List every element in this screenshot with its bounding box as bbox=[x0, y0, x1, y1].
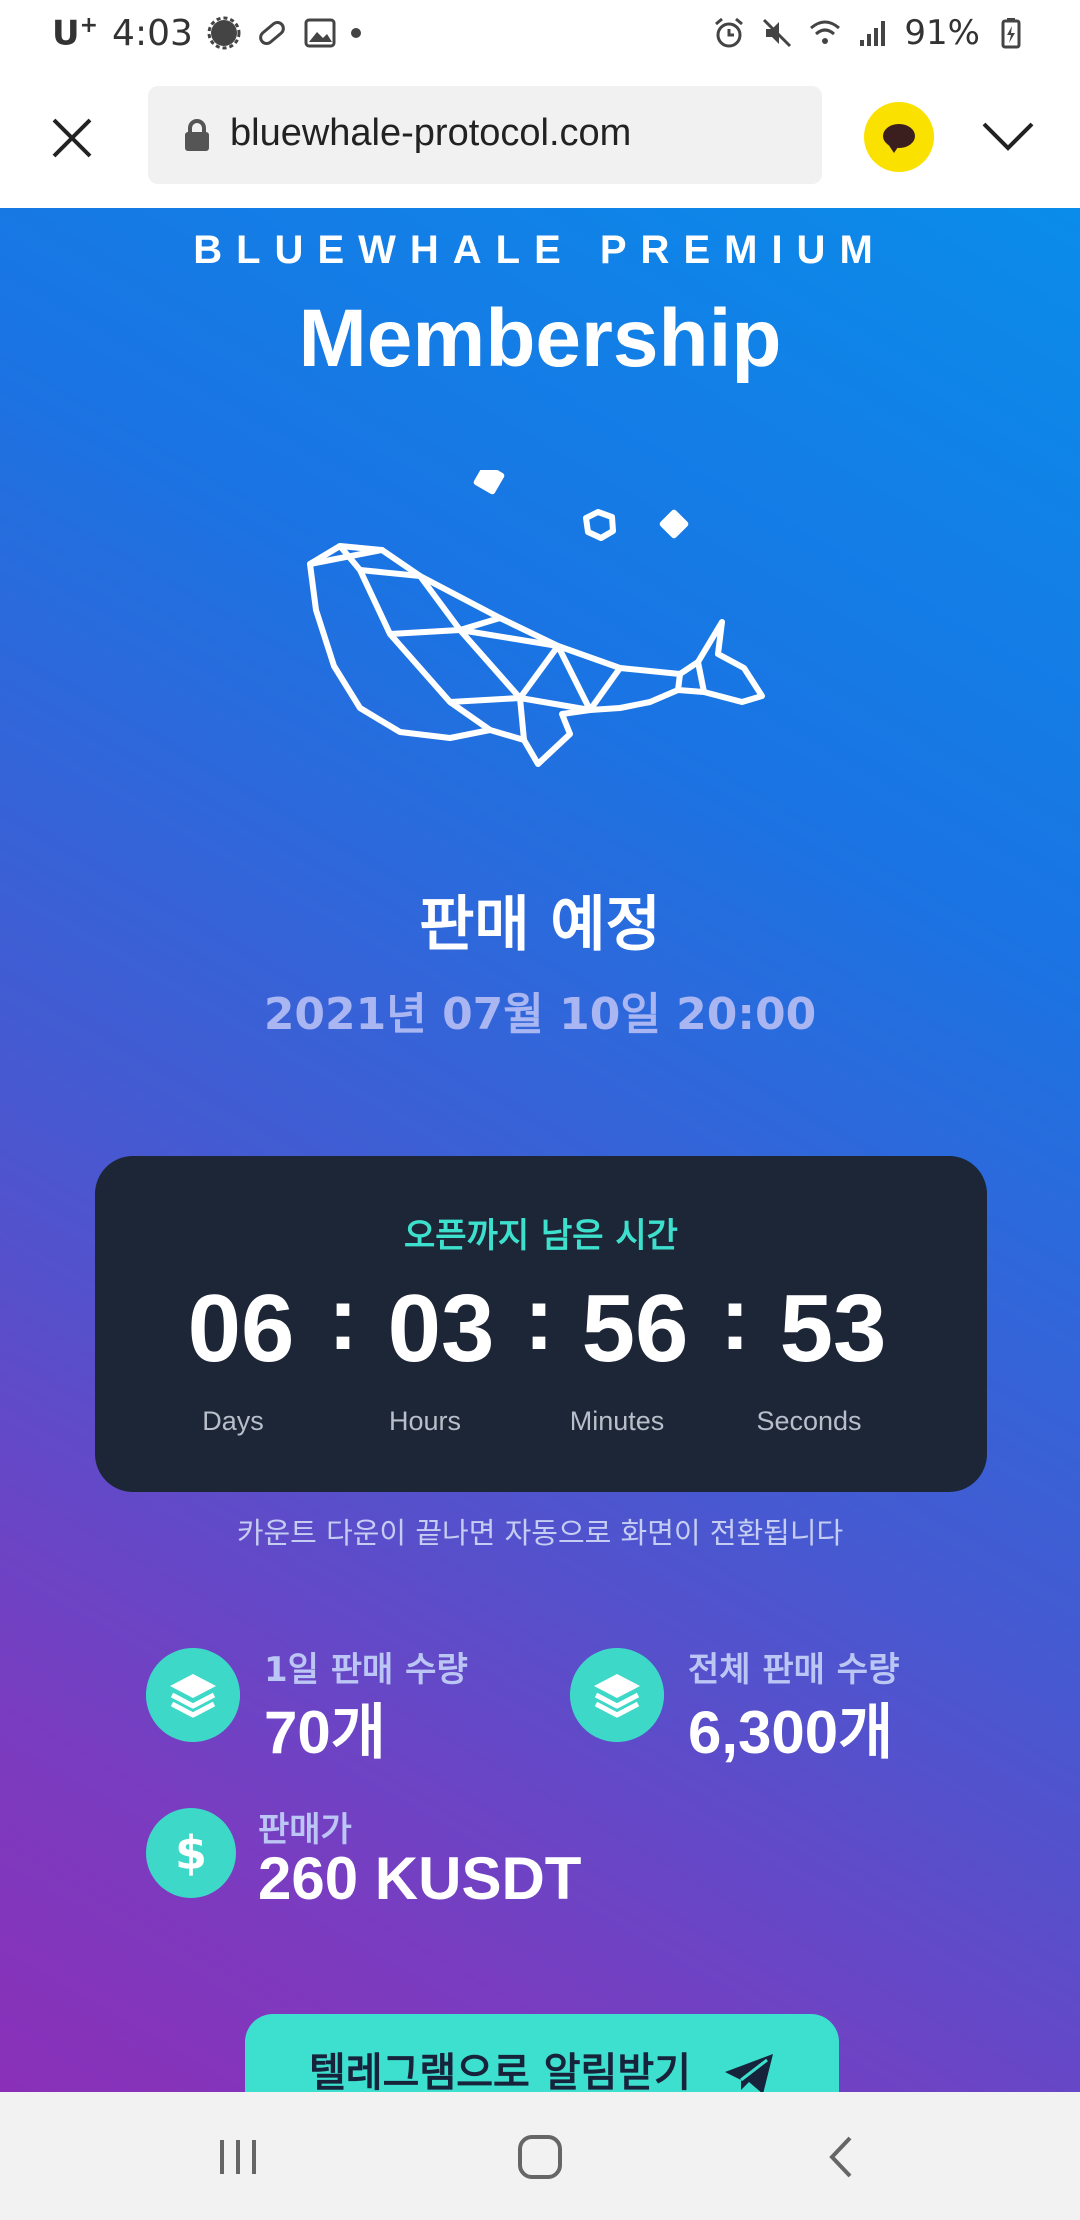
countdown-separator: : bbox=[524, 1269, 554, 1369]
browser-toolbar: bluewhale-protocol.com bbox=[0, 66, 1080, 208]
particle-square-1 bbox=[473, 470, 505, 495]
whale-body bbox=[307, 543, 765, 767]
countdown-minutes: 56 bbox=[581, 1275, 689, 1382]
battery-icon bbox=[1001, 18, 1021, 49]
url-text: bluewhale-protocol.com bbox=[230, 112, 632, 154]
sale-status: 판매 예정 bbox=[419, 890, 661, 960]
countdown-minutes-label: Minutes bbox=[569, 1406, 665, 1436]
dollar-icon: $ bbox=[146, 1808, 236, 1898]
back-icon[interactable] bbox=[812, 2130, 872, 2184]
layers-icon bbox=[570, 1648, 664, 1742]
status-time: 4:03 bbox=[112, 12, 193, 54]
url-bar[interactable]: bluewhale-protocol.com bbox=[148, 86, 822, 184]
kakaotalk-icon[interactable] bbox=[864, 102, 934, 172]
countdown-title: 오픈까지 남은 시간 bbox=[404, 1216, 678, 1256]
carrier-text: U bbox=[52, 13, 80, 54]
stat-total-quantity: 전체 판매 수량 6,300개 bbox=[570, 1648, 970, 1766]
countdown-hours-label: Hours bbox=[388, 1406, 462, 1436]
countdown-separator: : bbox=[328, 1269, 358, 1369]
kakaotalk-bubble-tail bbox=[888, 144, 900, 153]
alarm-icon bbox=[715, 17, 744, 48]
countdown-seconds: 53 bbox=[779, 1275, 887, 1382]
particle-hexagon bbox=[583, 509, 616, 541]
signal-icon bbox=[860, 21, 886, 46]
stat-price-value: 260 KUSDT bbox=[258, 1845, 582, 1912]
status-bar: U+ 4:03 91% bbox=[0, 0, 1080, 66]
stat-total-value: 6,300개 bbox=[688, 1699, 894, 1766]
brand-subtitle: BLUEWHALE PREMIUM bbox=[193, 228, 887, 272]
system-nav-bar bbox=[0, 2092, 1080, 2220]
countdown-panel: 오픈까지 남은 시간 06 : 03 : 56 : 53 Days Hours … bbox=[95, 1156, 987, 1492]
layers-icon bbox=[146, 1648, 240, 1742]
countdown-note: 카운트 다운이 끝나면 자동으로 화면이 전환됩니다 bbox=[236, 1516, 844, 1550]
countdown-days: 06 bbox=[187, 1275, 295, 1382]
recent-apps-icon[interactable] bbox=[208, 2130, 268, 2184]
lock-icon bbox=[185, 119, 209, 151]
close-icon[interactable] bbox=[44, 110, 100, 166]
home-icon[interactable] bbox=[510, 2130, 570, 2184]
settings-badge-icon bbox=[207, 16, 241, 50]
brand-title: Membership bbox=[298, 293, 782, 384]
telegram-notify-button[interactable]: 텔레그램으로 알림받기 bbox=[245, 2014, 839, 2092]
particle-square-2 bbox=[659, 509, 689, 539]
status-right: 91% bbox=[712, 10, 1028, 56]
sale-date: 2021년 07월 10일 20:00 bbox=[263, 989, 817, 1040]
stat-price: $ 판매가 260 KUSDT bbox=[146, 1808, 646, 1918]
countdown-seconds-label: Seconds bbox=[756, 1406, 862, 1436]
stat-daily-value: 70개 bbox=[264, 1699, 386, 1766]
stat-daily-quantity: 1일 판매 수량 70개 bbox=[146, 1648, 506, 1766]
battery-percent: 91% bbox=[904, 13, 980, 53]
mute-icon bbox=[763, 18, 792, 48]
carrier-label: U+ bbox=[52, 13, 98, 53]
telegram-send-icon bbox=[725, 2054, 773, 2092]
chevron-down-icon[interactable] bbox=[980, 116, 1036, 156]
notification-dot bbox=[350, 28, 361, 38]
page-content: BLUEWHALE PREMIUM Membership 판매 예정 2021년… bbox=[0, 208, 1080, 2092]
carrier-sup: + bbox=[79, 12, 99, 38]
whale-logo bbox=[307, 470, 765, 767]
telegram-button-label: 텔레그램으로 알림받기 bbox=[309, 2050, 691, 2092]
countdown-separator: : bbox=[720, 1269, 750, 1369]
image-icon bbox=[304, 18, 336, 48]
status-left: U+ 4:03 bbox=[52, 10, 361, 56]
wifi-icon bbox=[810, 20, 841, 44]
countdown-hours: 03 bbox=[387, 1275, 495, 1382]
pill-icon bbox=[259, 21, 285, 45]
countdown-days-label: Days bbox=[202, 1406, 264, 1436]
